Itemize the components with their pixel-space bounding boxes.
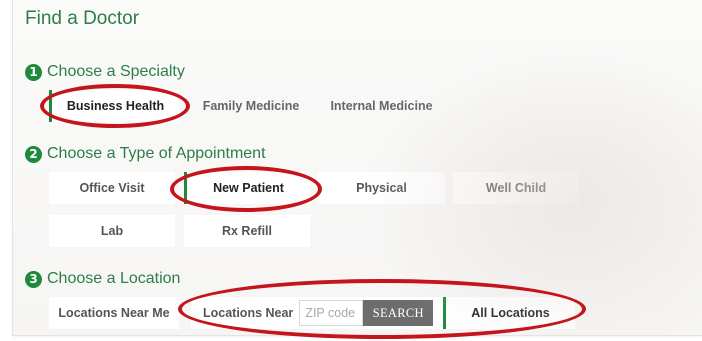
appointment-physical-button[interactable]: Physical bbox=[318, 172, 445, 204]
section-appointment-header: 2 Choose a Type of Appointment bbox=[25, 145, 266, 163]
appointment-lab-button[interactable]: Lab bbox=[49, 215, 175, 247]
section-location-label: Choose a Location bbox=[47, 270, 181, 287]
locations-near-me-button[interactable]: Locations Near Me bbox=[49, 297, 179, 329]
all-locations-button[interactable]: All Locations bbox=[443, 297, 575, 329]
section-appointment-label: Choose a Type of Appointment bbox=[47, 145, 266, 162]
search-button[interactable]: SEARCH bbox=[363, 300, 434, 326]
step-1-badge: 1 bbox=[25, 63, 42, 81]
specialty-internal-medicine-button[interactable]: Internal Medicine bbox=[319, 90, 444, 122]
find-a-doctor-panel: Find a Doctor 1 Choose a Specialty Busin… bbox=[12, 0, 702, 336]
appointment-rx-refill-button[interactable]: Rx Refill bbox=[184, 215, 310, 247]
specialty-business-health-button[interactable]: Business Health bbox=[49, 90, 179, 122]
page-title: Find a Doctor bbox=[25, 8, 140, 29]
locations-near-zip-group: Locations Near SEARCH bbox=[191, 297, 449, 329]
appointment-office-visit-button[interactable]: Office Visit bbox=[49, 172, 175, 204]
section-location-header: 3 Choose a Location bbox=[25, 270, 180, 288]
locations-near-label: Locations Near bbox=[203, 306, 294, 320]
step-2-badge: 2 bbox=[25, 145, 42, 163]
zip-code-input[interactable] bbox=[299, 300, 364, 326]
section-specialty-header: 1 Choose a Specialty bbox=[25, 63, 185, 81]
section-specialty-label: Choose a Specialty bbox=[47, 63, 185, 80]
step-3-badge: 3 bbox=[25, 270, 42, 288]
appointment-well-child-button[interactable]: Well Child bbox=[453, 172, 579, 204]
specialty-family-medicine-button[interactable]: Family Medicine bbox=[191, 90, 311, 122]
appointment-new-patient-button[interactable]: New Patient bbox=[184, 172, 310, 204]
